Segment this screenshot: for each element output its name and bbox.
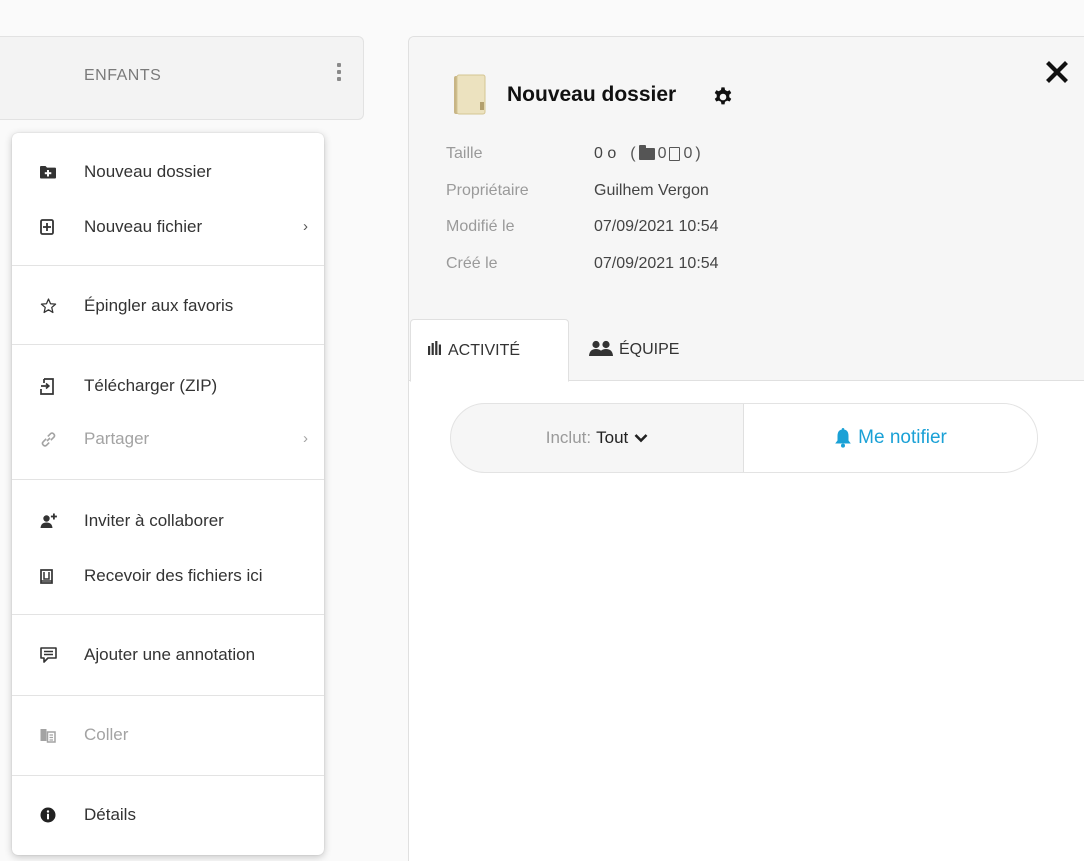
filter-label: Inclut:	[545, 428, 592, 447]
vertical-ellipsis-icon[interactable]	[337, 63, 343, 81]
details-tabs: ACTIVITÉ ÉQUIPE	[409, 319, 1084, 382]
menu-item-label: Détails	[84, 805, 136, 824]
meta-created-row: Créé le 07/09/2021 10:54	[446, 252, 719, 276]
notify-me-button[interactable]: Me notifier	[744, 404, 1037, 472]
children-header: ENFANTS	[0, 36, 364, 120]
folder-icon	[638, 145, 655, 160]
details-panel: Nouveau dossier Taille 0 o ( 0 0 ) Propr…	[408, 36, 1084, 861]
chevron-down-icon	[634, 433, 648, 443]
menu-item-download-zip[interactable]: Télécharger (ZIP)	[12, 366, 324, 406]
meta-size-value: 0 o	[594, 145, 617, 162]
meta-created-label: Créé le	[446, 255, 498, 272]
notify-me-label: Me notifier	[858, 427, 947, 448]
inbox-upload-icon	[40, 566, 68, 586]
meta-modified-row: Modifié le 07/09/2021 10:54	[446, 215, 719, 239]
tab-activity[interactable]: ACTIVITÉ	[410, 319, 569, 382]
submenu-arrow-icon: ›	[303, 218, 308, 235]
menu-divider	[12, 265, 324, 266]
folder-info-area: Nouveau dossier Taille 0 o ( 0 0 ) Propr…	[409, 37, 1084, 319]
share-link-icon	[40, 429, 68, 449]
file-plus-icon	[40, 217, 68, 237]
bar-chart-icon	[428, 341, 442, 360]
menu-item-invite-collaborate[interactable]: Inviter à collaborer	[12, 501, 324, 541]
menu-divider	[12, 479, 324, 480]
close-icon[interactable]	[1042, 57, 1072, 87]
file-count: 0	[683, 145, 693, 162]
menu-item-label: Recevoir des fichiers ici	[84, 566, 263, 585]
download-icon	[40, 376, 68, 396]
tab-activity-label: ACTIVITÉ	[448, 341, 521, 359]
meta-created-value: 07/09/2021 10:54	[594, 255, 719, 272]
menu-item-add-annotation[interactable]: Ajouter une annotation	[12, 635, 324, 675]
menu-item-label: Inviter à collaborer	[84, 511, 224, 530]
meta-size-label: Taille	[446, 145, 483, 162]
context-menu: Nouveau dossier Nouveau fichier › Épingl…	[12, 133, 324, 855]
menu-divider	[12, 695, 324, 696]
menu-item-share[interactable]: Partager ›	[12, 419, 324, 459]
folder-thumbnail-icon	[453, 73, 487, 122]
menu-divider	[12, 614, 324, 615]
paren-close: )	[695, 145, 701, 162]
paren-open: (	[630, 145, 636, 162]
submenu-arrow-icon: ›	[303, 430, 308, 447]
meta-owner-label: Propriétaire	[446, 182, 529, 199]
meta-size-value-group: 0 o ( 0 0 )	[594, 145, 701, 163]
tab-team[interactable]: ÉQUIPE	[589, 319, 679, 381]
menu-item-pin-favorites[interactable]: Épingler aux favoris	[12, 286, 324, 326]
bell-icon	[834, 428, 852, 448]
menu-item-label: Nouveau dossier	[84, 162, 212, 181]
comment-icon	[40, 645, 68, 665]
menu-item-label: Coller	[84, 725, 129, 744]
meta-size-breakdown: ( 0 0 )	[630, 145, 701, 163]
menu-item-label: Épingler aux favoris	[84, 296, 234, 315]
menu-item-new-file[interactable]: Nouveau fichier ›	[12, 207, 324, 247]
folder-name: Nouveau dossier	[507, 83, 677, 106]
menu-item-receive-files[interactable]: Recevoir des fichiers ici	[12, 556, 324, 596]
tab-team-label: ÉQUIPE	[619, 341, 680, 358]
meta-owner-row: Propriétaire Guilhem Vergon	[446, 179, 709, 203]
meta-modified-value: 07/09/2021 10:54	[594, 218, 719, 235]
folder-plus-icon	[40, 162, 68, 182]
menu-item-label: Télécharger (ZIP)	[84, 376, 218, 395]
menu-item-details[interactable]: Détails	[12, 795, 324, 835]
menu-divider	[12, 775, 324, 776]
paste-icon	[40, 725, 68, 745]
meta-owner-value: Guilhem Vergon	[594, 182, 709, 199]
activity-toolbar: Inclut: Tout Me notifier	[450, 403, 1038, 473]
star-outline-icon	[40, 296, 68, 316]
menu-divider	[12, 344, 324, 345]
gear-icon[interactable]	[712, 86, 734, 108]
users-icon	[589, 340, 613, 361]
menu-item-label: Nouveau fichier	[84, 217, 203, 236]
menu-item-new-folder[interactable]: Nouveau dossier	[12, 152, 324, 192]
menu-item-paste[interactable]: Coller	[12, 715, 324, 755]
filter-value: Tout	[596, 428, 629, 447]
info-icon	[40, 805, 68, 825]
menu-item-label: Ajouter une annotation	[84, 645, 256, 664]
menu-item-label: Partager	[84, 429, 150, 448]
folder-count: 0	[657, 145, 667, 162]
file-icon	[669, 147, 681, 161]
user-plus-icon	[40, 511, 68, 531]
meta-size-row: Taille 0 o ( 0 0 )	[446, 142, 701, 166]
children-header-title: ENFANTS	[84, 67, 162, 84]
activity-filter-dropdown[interactable]: Inclut: Tout	[451, 404, 743, 472]
meta-modified-label: Modifié le	[446, 218, 515, 235]
